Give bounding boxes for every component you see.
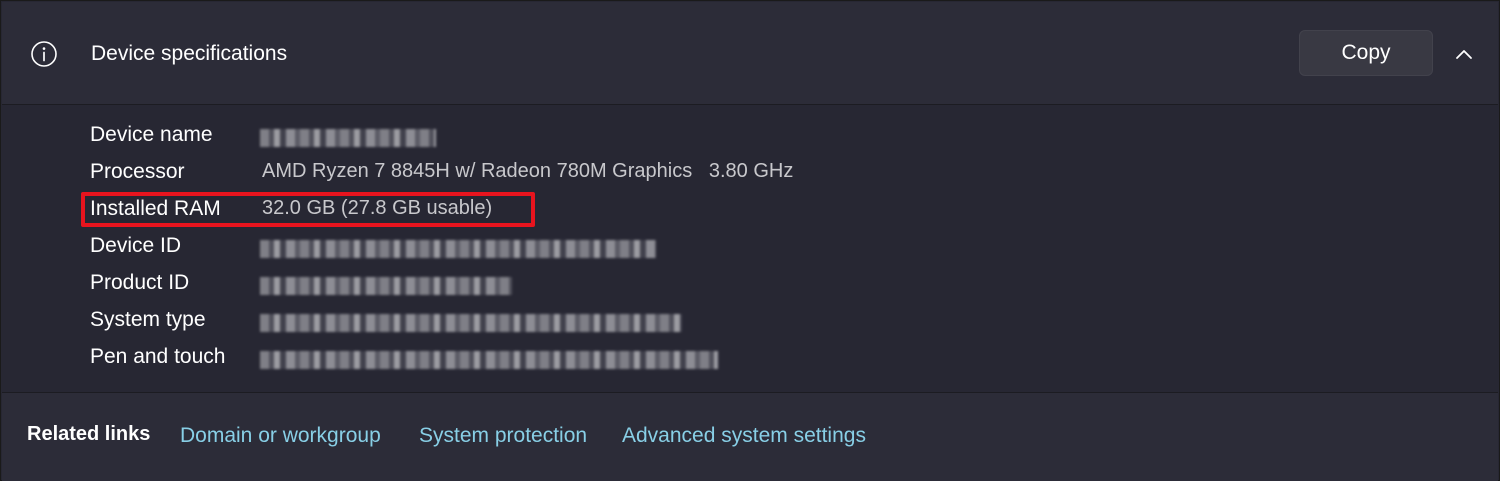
spec-row-product-id: Product ID <box>90 271 1090 301</box>
spec-label: Pen and touch <box>90 345 226 368</box>
related-links-bar: Related links Domain or workgroup System… <box>2 392 1498 481</box>
copy-button[interactable]: Copy <box>1299 30 1433 76</box>
redacted-value <box>260 129 436 147</box>
spec-label: Installed RAM <box>90 197 221 220</box>
spec-row-installed-ram: Installed RAM 32.0 GB (27.8 GB usable) <box>90 197 1090 227</box>
spec-value: 32.0 GB (27.8 GB usable) <box>262 197 493 219</box>
redacted-value <box>260 314 682 332</box>
device-specifications-panel: Device specifications Copy Device name P… <box>0 0 1500 481</box>
spec-label: System type <box>90 308 206 331</box>
spec-label: Product ID <box>90 271 190 294</box>
spec-row-processor: Processor AMD Ryzen 7 8845H w/ Radeon 78… <box>90 160 1090 190</box>
link-advanced-system-settings[interactable]: Advanced system settings <box>622 424 866 448</box>
device-specifications-header[interactable]: Device specifications Copy <box>2 2 1498 105</box>
spec-label: Device ID <box>90 234 182 257</box>
chevron-up-icon[interactable] <box>1452 42 1476 66</box>
spec-value: AMD Ryzen 7 8845H w/ Radeon 780M Graphic… <box>262 160 794 182</box>
spec-row-pen-and-touch: Pen and touch <box>90 345 1090 375</box>
redacted-value <box>260 240 656 258</box>
spec-row-system-type: System type <box>90 308 1090 338</box>
link-domain-or-workgroup[interactable]: Domain or workgroup <box>180 424 381 448</box>
spec-row-device-name: Device name <box>90 123 1090 153</box>
related-links-title: Related links <box>27 423 151 445</box>
spec-row-device-id: Device ID <box>90 234 1090 264</box>
spec-label: Device name <box>90 123 213 146</box>
specifications-list: Device name Processor AMD Ryzen 7 8845H … <box>2 105 1498 391</box>
spec-label: Processor <box>90 160 185 183</box>
redacted-value <box>260 351 718 369</box>
link-system-protection[interactable]: System protection <box>419 424 587 448</box>
section-title: Device specifications <box>91 42 288 65</box>
info-icon <box>31 41 57 67</box>
redacted-value <box>260 277 512 295</box>
